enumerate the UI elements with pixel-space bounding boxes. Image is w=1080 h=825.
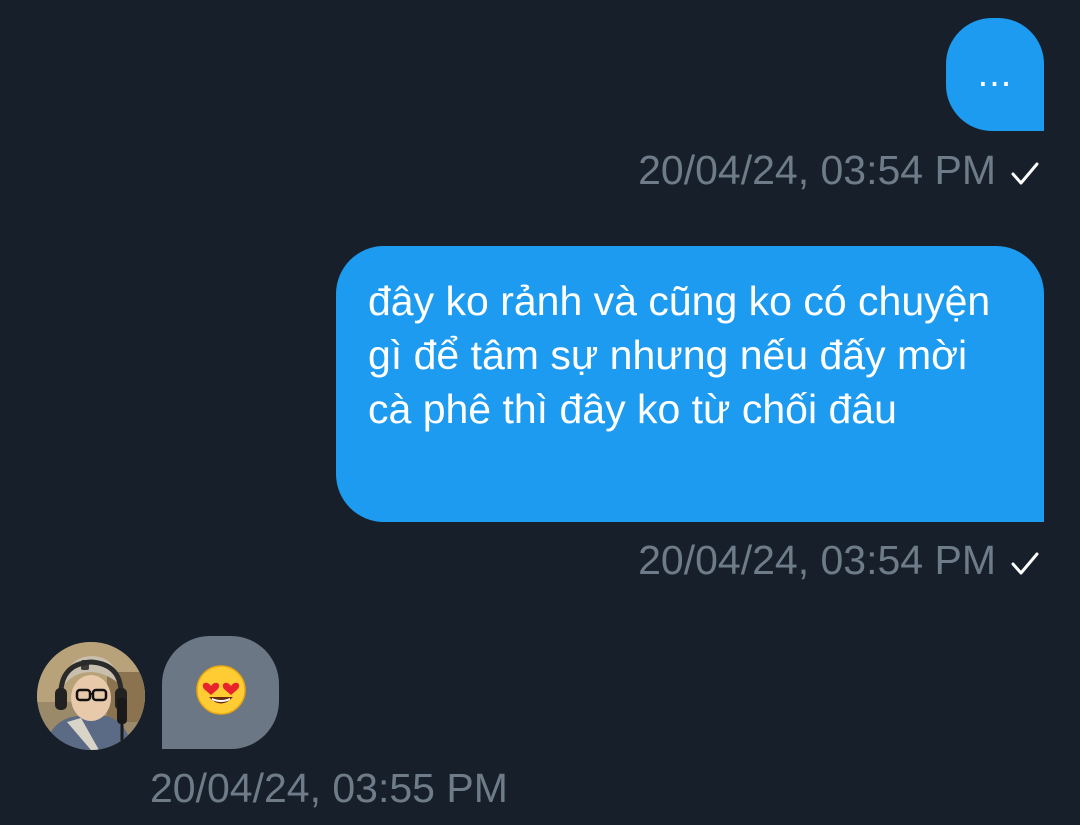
message-timestamp: 20/04/24, 03:54 PM <box>638 537 996 583</box>
outgoing-message-bubble[interactable]: đây ko rảnh và cũng ko có chuyện gì để t… <box>336 246 1044 522</box>
message-timestamp: 20/04/24, 03:54 PM <box>638 147 996 193</box>
message-text: ... <box>977 53 1013 95</box>
avatar[interactable] <box>37 642 145 750</box>
message-timestamp-row: 20/04/24, 03:55 PM <box>150 764 508 812</box>
message-timestamp-row: 20/04/24, 03:54 PM <box>638 146 1040 197</box>
checkmark-icon <box>1010 539 1040 587</box>
message-text: đây ko rảnh và cũng ko có chuyện gì để t… <box>368 278 991 432</box>
outgoing-message-bubble[interactable]: ... <box>946 18 1044 131</box>
incoming-message-bubble[interactable] <box>162 636 279 749</box>
heart-eyes-emoji-icon <box>195 664 247 721</box>
message-timestamp-row: 20/04/24, 03:54 PM <box>638 536 1040 587</box>
message-timestamp: 20/04/24, 03:55 PM <box>150 765 508 811</box>
chat-thread: ... 20/04/24, 03:54 PM đây ko rảnh và cũ… <box>0 0 1080 825</box>
checkmark-icon <box>1010 149 1040 197</box>
